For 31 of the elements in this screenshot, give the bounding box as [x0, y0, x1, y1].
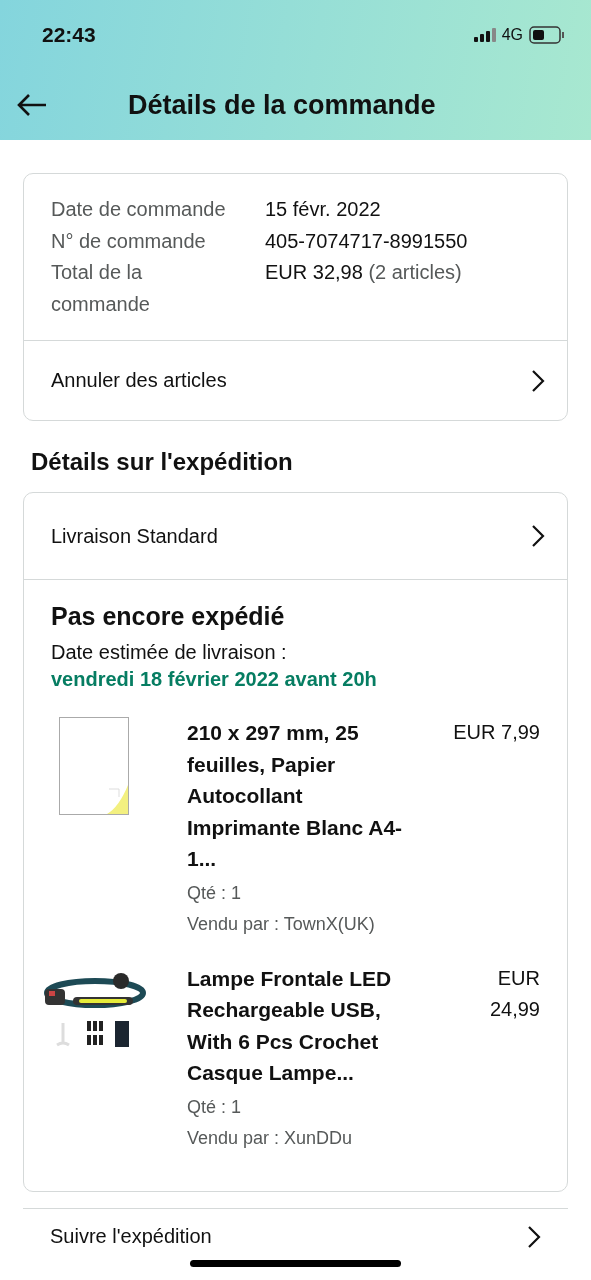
chevron-right-icon — [531, 524, 545, 548]
section-heading: Détails sur l'expédition — [31, 448, 294, 476]
product-title[interactable]: Lampe Frontale LED Rechargeable USB, With 6 Pcs Crochet Casque Lampe... — [187, 962, 417, 1089]
chevron-right-icon — [531, 368, 545, 393]
shipment-status: Pas encore expédié — [51, 602, 286, 631]
track-shipment-button[interactable]: Suivre l'expédition — [23, 1207, 568, 1249]
field-value: 405-7074717-8991550 — [265, 228, 469, 254]
network-label: 4G — [501, 26, 523, 44]
status-time: 22:43 — [42, 23, 96, 47]
seller: Vendu par : TownX(UK) — [187, 912, 376, 936]
item-count: (2 articles) — [368, 261, 462, 283]
shipping-method-button[interactable]: Livraison Standard — [24, 493, 567, 580]
battery-icon — [529, 26, 565, 44]
arrow-left-icon — [16, 93, 48, 117]
seller: Vendu par : XunDDu — [187, 1126, 354, 1150]
page-title: Détails de la commande — [128, 89, 436, 121]
product-price: EUR 24,99 — [488, 965, 540, 1022]
signal-icon — [473, 28, 496, 42]
product-title[interactable]: 210 x 297 mm, 25 feuilles, Papier Autocollant Imprimante Blanc A4-1... — [187, 717, 417, 875]
quantity: Qté : 1 — [187, 1095, 243, 1119]
field-value: 15 févr. 2022 — [265, 197, 382, 222]
delivery-estimate-label: Date estimée de livraison : — [51, 641, 288, 664]
field-label: Date de commande — [51, 198, 226, 220]
product-price: EUR 7,99 — [452, 720, 540, 745]
chevron-right-icon — [527, 1224, 541, 1249]
cancel-items-button[interactable]: Annuler des articles — [24, 340, 567, 420]
field-label: N° de commande — [51, 229, 206, 252]
field-value: EUR 32,98 (2 articles) — [265, 260, 463, 285]
delivery-date: vendredi 18 février 2022 avant 20h — [51, 668, 378, 691]
field-label: Total de la commande — [51, 261, 150, 315]
quantity: Qté : 1 — [187, 881, 243, 905]
